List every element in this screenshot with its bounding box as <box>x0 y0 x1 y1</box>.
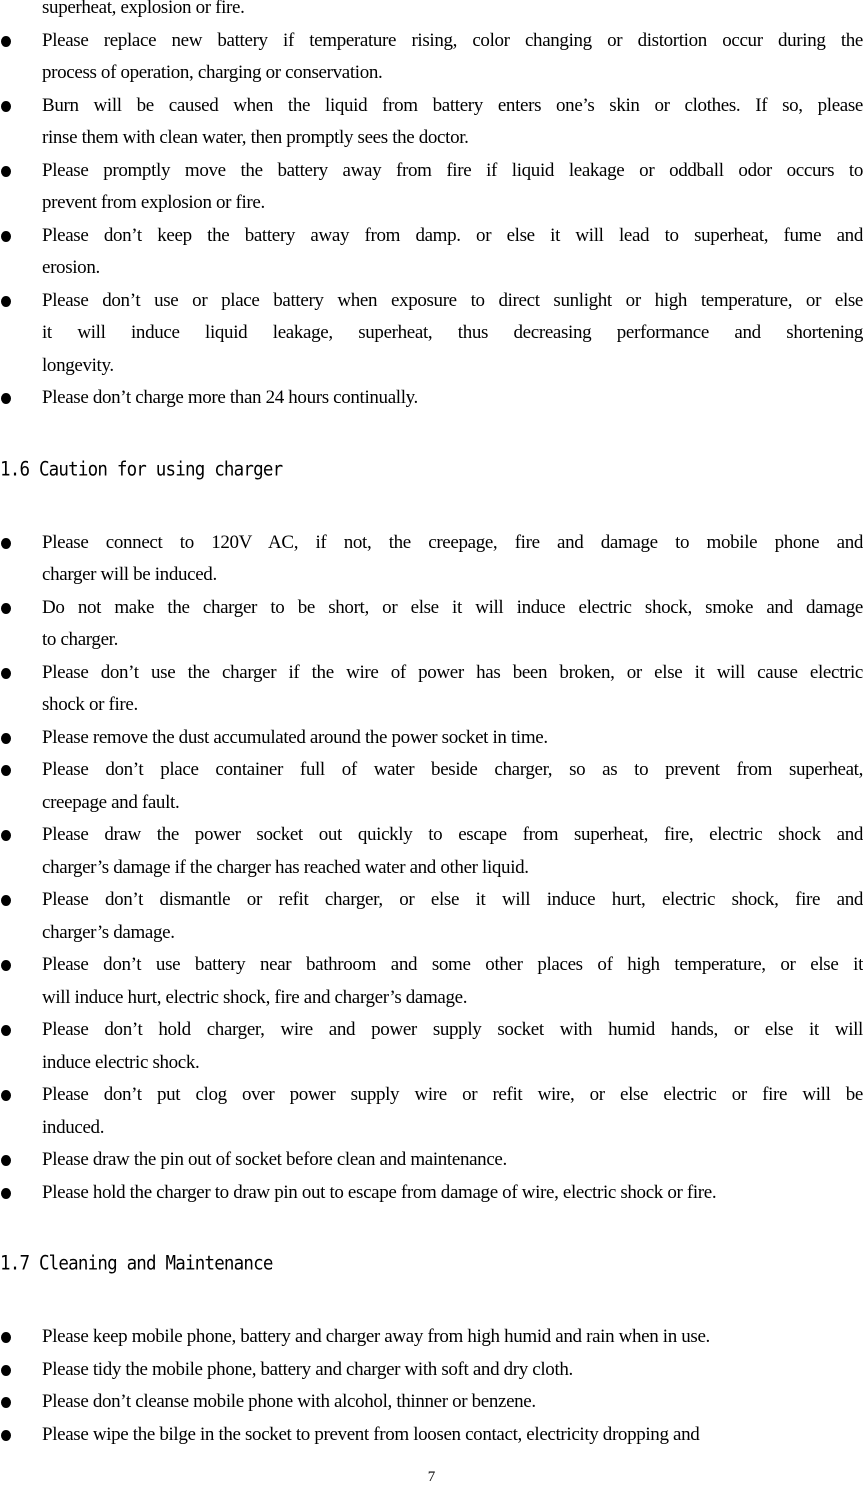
bullet-icon <box>0 527 14 560</box>
bullet-icon <box>0 90 14 123</box>
bullet-icon <box>0 949 14 982</box>
battery-caution-line: Please replace new battery if temperatur… <box>42 29 863 51</box>
battery-caution-line: erosion. <box>42 257 100 278</box>
section-heading-cleaning: 1.7 Cleaning and Maintenance <box>0 1252 273 1276</box>
battery-caution-line: Please don’t use or place battery when e… <box>42 289 863 311</box>
bullet-icon <box>0 285 14 318</box>
charger-caution-line: charger’s damage if the charger has reac… <box>42 856 529 878</box>
bullet-icon <box>0 25 14 58</box>
charger-caution-line: to charger. <box>42 629 118 650</box>
charger-caution-line: Please don’t use battery near bathroom a… <box>42 954 863 975</box>
charger-caution-line: charger’s damage. <box>42 921 175 943</box>
bullet-icon <box>0 722 14 755</box>
charger-caution-line: Please don’t place container full of wat… <box>42 759 863 780</box>
battery-caution-line: Please promptly move the battery away fr… <box>42 159 863 181</box>
bullet-icon <box>0 1354 14 1387</box>
cleaning-item-line: Please keep mobile phone, battery and ch… <box>42 1326 710 1347</box>
bullet-icon <box>0 819 14 852</box>
charger-caution-line: Please draw the power socket out quickly… <box>42 824 863 845</box>
bullet-icon <box>0 1177 14 1210</box>
charger-caution-line: will induce hurt, electric shock, fire a… <box>42 986 468 1008</box>
charger-caution-line: Please hold the charger to draw pin out … <box>42 1181 717 1203</box>
cleaning-item-line: Please wipe the bilge in the socket to p… <box>42 1423 700 1445</box>
bullet-icon <box>0 1386 14 1419</box>
charger-caution-line: Please draw the pin out of socket before… <box>42 1149 507 1170</box>
bullet-icon <box>0 1321 14 1354</box>
battery-caution-line: process of operation, charging or conser… <box>42 62 383 83</box>
bullet-icon <box>0 1144 14 1177</box>
charger-caution-line: Do not make the charger to be short, or … <box>42 596 863 618</box>
bullet-icon <box>0 657 14 690</box>
battery-caution-line: prevent from explosion or fire. <box>42 192 265 213</box>
charger-caution-line: shock or fire. <box>42 694 138 715</box>
battery-caution-line: it will induce liquid leakage, superheat… <box>42 322 863 343</box>
bullet-icon <box>0 592 14 625</box>
charger-caution-line: Please connect to 120V AC, if not, the c… <box>42 531 863 553</box>
battery-caution-line: rinse them with clean water, then prompt… <box>42 127 469 148</box>
battery-caution-line: Burn will be caused when the liquid from… <box>42 94 863 116</box>
charger-caution-line: Please don’t put clog over power supply … <box>42 1084 863 1105</box>
charger-caution-line: charger will be induced. <box>42 564 217 585</box>
bullet-icon <box>0 1419 14 1452</box>
charger-caution-line: induce electric shock. <box>42 1051 200 1073</box>
page-number: 7 <box>427 1469 436 1485</box>
battery-caution-line: Please don’t charge more than 24 hours c… <box>42 387 418 408</box>
cleaning-item-line: Please tidy the mobile phone, battery an… <box>42 1358 573 1380</box>
bullet-icon <box>0 884 14 917</box>
charger-caution-line: Please remove the dust accumulated aroun… <box>42 726 548 748</box>
charger-caution-line: creepage and fault. <box>42 791 180 813</box>
bullet-icon <box>0 382 14 415</box>
continuation-line: superheat, explosion or fire. <box>42 0 245 18</box>
document-page: superheat, explosion or fire. Please repl… <box>0 0 863 1488</box>
battery-caution-line: longevity. <box>42 354 114 376</box>
charger-caution-line: Please don’t hold charger, wire and powe… <box>42 1019 863 1040</box>
bullet-icon <box>0 754 14 787</box>
bullet-icon <box>0 1079 14 1112</box>
bullet-icon <box>0 1014 14 1047</box>
charger-caution-line: induced. <box>42 1116 105 1138</box>
bullet-icon <box>0 155 14 188</box>
cleaning-item-line: Please don’t cleanse mobile phone with a… <box>42 1391 536 1412</box>
section-heading-charger: 1.6 Caution for using charger <box>0 458 283 481</box>
charger-caution-line: Please don’t dismantle or refit charger,… <box>42 889 863 910</box>
bullet-icon <box>0 220 14 253</box>
battery-caution-line: Please don’t keep the battery away from … <box>42 224 863 246</box>
charger-caution-line: Please don’t use the charger if the wire… <box>42 661 863 683</box>
